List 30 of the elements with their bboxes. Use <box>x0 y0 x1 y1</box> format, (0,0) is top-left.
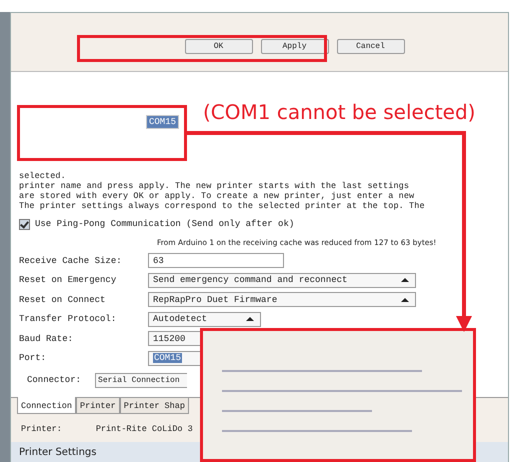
annotation-text: (COM1 cannot be selected) <box>203 100 476 124</box>
field-label: Receive Cache Size: <box>19 256 123 266</box>
caret-icon <box>401 298 409 302</box>
field-label: Connector: <box>27 375 82 385</box>
tab[interactable]: Printer <box>76 398 120 414</box>
printer-label: Printer: <box>21 424 62 434</box>
dialog-button[interactable]: Cancel <box>336 39 404 54</box>
caret-icon <box>246 317 254 322</box>
dropdown[interactable]: RepRapPro Duet Firmware <box>148 292 416 308</box>
input-field[interactable]: 63 <box>148 253 284 268</box>
caret-icon <box>401 278 409 282</box>
description-text: selected. printer name and press apply. The new printer starts with the last settings are stored with every OK or apply. To create a new printer, just enter a new The printer settings always correspond to the selected printer at the top. The <box>19 171 426 213</box>
field-label: Baud Rate: <box>19 334 74 344</box>
checkbox-label: Use Ping-Pong Communication (Send only after ok) <box>35 219 294 229</box>
dropdown[interactable]: 115200 <box>148 331 201 346</box>
connector-dropdown[interactable]: Serial Connection <box>95 372 188 388</box>
dialog-button[interactable]: Apply <box>260 39 328 54</box>
field-label: Reset on Connect <box>19 294 106 305</box>
dropdown[interactable]: Send emergency command and reconnect <box>148 272 416 288</box>
dropdown[interactable]: Autodetect <box>148 312 261 327</box>
field-label: Reset on Emergency <box>19 275 118 286</box>
tab[interactable]: Printer Shap <box>120 398 189 414</box>
dropdown[interactable]: COM15 <box>148 350 201 366</box>
selected-port[interactable]: COM15 <box>146 114 180 128</box>
field-label: Transfer Protocol: <box>19 314 118 324</box>
tab[interactable]: Connection <box>17 397 76 414</box>
checkbox[interactable] <box>19 218 30 230</box>
dialog-button[interactable]: OK <box>184 39 252 54</box>
field-label: Port: <box>19 353 48 364</box>
printer-name: Print-Rite CoLiDo 3 <box>96 424 193 434</box>
